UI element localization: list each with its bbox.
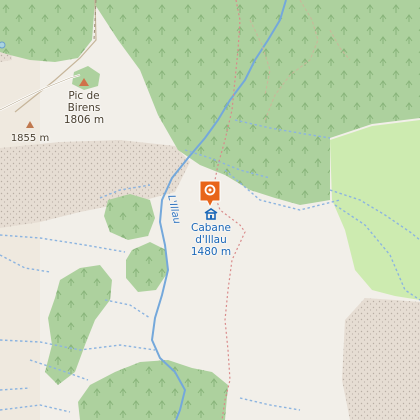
hut-elevation: 1480 m <box>190 246 232 258</box>
peak-name-line1: Pic de <box>68 90 100 102</box>
peak-label: Pic de Birens 1806 m <box>62 90 106 126</box>
forest-top-left-trees <box>0 0 95 62</box>
hut-name-line2: d'Illau <box>195 234 227 246</box>
spot-elevation: 1855 m <box>10 133 50 144</box>
elevation-point-icon <box>26 121 34 128</box>
map-view[interactable]: Pic de Birens 1806 m 1855 m L'Illau Caba… <box>0 0 420 420</box>
hut-label: Cabane d'Illau 1480 m <box>185 222 237 258</box>
peak-triangle-icon <box>79 78 89 86</box>
shelter-icon[interactable] <box>204 208 218 220</box>
map-pin-icon[interactable] <box>199 180 221 208</box>
peak-name-line2: Birens <box>67 102 101 114</box>
water-point <box>0 41 6 49</box>
peak-elevation: 1806 m <box>63 114 105 126</box>
hut-name-line1: Cabane <box>191 222 231 234</box>
scree-field-right <box>342 298 420 420</box>
